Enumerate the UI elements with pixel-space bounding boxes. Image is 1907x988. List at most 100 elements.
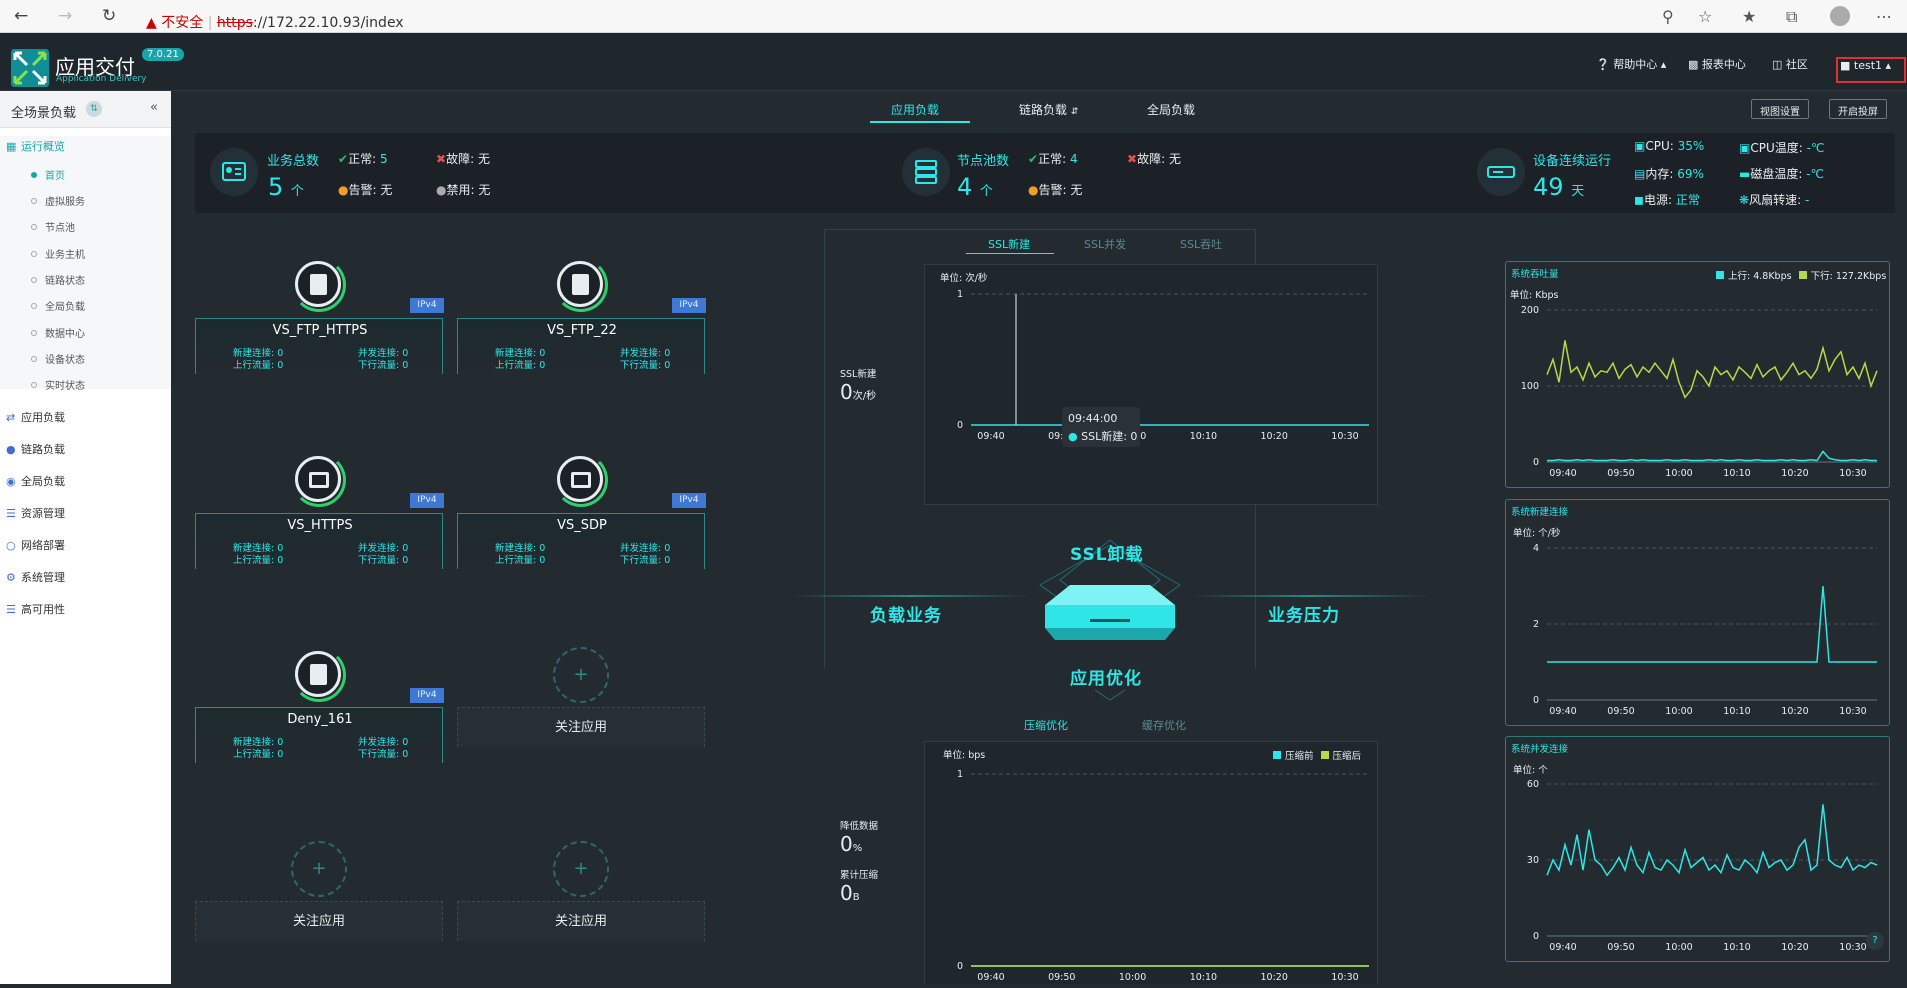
- profile-avatar[interactable]: [1830, 6, 1850, 26]
- globe-icon: ◉: [6, 475, 16, 488]
- x-tick-label: 10:30: [1331, 972, 1358, 983]
- add-follow-icon[interactable]: +: [553, 647, 609, 703]
- sidebar-item-link-status[interactable]: 链路状态: [31, 272, 85, 287]
- add-follow-icon[interactable]: +: [553, 841, 609, 897]
- ipv4-badge: IPv4: [410, 688, 444, 703]
- tab-app-load[interactable]: 应用负载: [891, 101, 939, 118]
- x-tick-label: 10:20: [1261, 431, 1288, 442]
- throughput-title: 系统吞吐量: [1511, 269, 1559, 280]
- y-tick-label: 100: [1521, 381, 1539, 392]
- sidebar-group-app-load[interactable]: ⇄ 应用负载: [6, 409, 65, 425]
- user-menu-label[interactable]: ■ test1 ▴: [1840, 59, 1891, 72]
- link-icon: ●: [6, 443, 16, 456]
- zoom-icon[interactable]: ⚲: [1662, 7, 1674, 26]
- sidebar-group-system[interactable]: ⚙ 系统管理: [6, 569, 65, 585]
- report-center-link[interactable]: ▩ 报表中心: [1688, 56, 1746, 72]
- reduce-label: 降低数据: [840, 821, 879, 832]
- collapse-icon[interactable]: «: [150, 100, 158, 115]
- forward-icon[interactable]: →: [58, 6, 72, 26]
- vs-up: 上行流量: 0: [233, 749, 284, 760]
- read-aloud-icon[interactable]: ☆: [1698, 7, 1712, 26]
- switch-icon[interactable]: ⇅: [86, 101, 102, 117]
- sidebar-item-home[interactable]: 首页: [31, 167, 65, 182]
- vs-icon-circle[interactable]: [295, 651, 341, 697]
- vs-icon-circle[interactable]: [557, 261, 603, 307]
- tab-compress-opt[interactable]: 压缩优化: [1024, 717, 1068, 733]
- sidebar-item-node-pool[interactable]: 节点池: [31, 219, 75, 234]
- vs-up: 上行流量: 0: [233, 360, 284, 371]
- vs-card[interactable]: VS_SDP 新建连接: 0 并发连接: 0 上行流量: 0 下行流量: 0: [457, 513, 705, 569]
- help-center-link[interactable]: ❔ 帮助中心 ▴: [1596, 56, 1666, 72]
- refresh-icon[interactable]: ↻: [102, 6, 116, 26]
- ipv4-badge: IPv4: [672, 493, 706, 508]
- total-compress-value: 0B: [840, 881, 860, 905]
- sidebar-group-global-load[interactable]: ◉ 全局负载: [6, 473, 65, 489]
- sidebar-group-resources[interactable]: ☰ 资源管理: [6, 505, 65, 521]
- help-float-icon[interactable]: ?: [1866, 932, 1884, 950]
- sidebar-group-overview[interactable]: ▦ 运行概览: [6, 138, 65, 154]
- sidebar-item-device-status[interactable]: 设备状态: [31, 351, 85, 366]
- network-icon: ○: [6, 539, 16, 552]
- user-icon: ■: [1840, 59, 1851, 72]
- sidebar-group-network[interactable]: ○ 网络部署: [6, 537, 65, 553]
- sidebar-item-global-load[interactable]: 全局负载: [31, 298, 85, 313]
- sidebar-group-link-load[interactable]: ● 链路负载: [6, 441, 65, 457]
- tab-ssl-concurrent[interactable]: SSL并发: [1084, 236, 1126, 252]
- sidebar-item-virtual-service[interactable]: 虚拟服务: [31, 193, 85, 208]
- x-tick-label: 09:40: [1549, 468, 1576, 479]
- url-text: ://172.22.10.93/index: [252, 15, 404, 31]
- collections-icon[interactable]: ⧉: [1786, 7, 1797, 27]
- back-icon[interactable]: ←: [14, 6, 28, 26]
- tab-ssl-new[interactable]: SSL新建: [988, 236, 1030, 252]
- tab-link-load[interactable]: 链路负载 ⇵: [1019, 101, 1078, 118]
- list-icon: ☰: [6, 603, 16, 616]
- x-tick-label: 10:00: [1665, 706, 1692, 717]
- pool-total-count: 4 个: [957, 173, 993, 201]
- sidebar-group-ha[interactable]: ☰ 高可用性: [6, 601, 65, 617]
- fullscreen-button[interactable]: 开启投屏: [1829, 99, 1887, 119]
- file-icon: [310, 274, 327, 295]
- x-tick-label: 10:30: [1839, 468, 1866, 479]
- x-tick-label: 10:30: [1331, 431, 1358, 442]
- vs-icon-circle[interactable]: [295, 456, 341, 502]
- y-tick-label: 2: [1533, 619, 1539, 630]
- x-tick-label: 09:40: [1549, 942, 1576, 953]
- throughput-legend: 上行: 4.8Kbps 下行: 127.2Kbps: [1716, 268, 1886, 282]
- view-settings-button[interactable]: 视图设置: [1751, 99, 1809, 119]
- concurrent-title: 系统并发连接: [1511, 744, 1569, 755]
- follow-app-card[interactable]: 关注应用: [457, 901, 705, 941]
- community-link[interactable]: ◫ 社区: [1772, 56, 1808, 72]
- more-icon[interactable]: ⋯: [1876, 7, 1892, 26]
- ssl-unit: 单位: 次/秒: [940, 273, 988, 284]
- device-uptime-days: 49 天: [1533, 173, 1585, 201]
- tab-cache-opt[interactable]: 缓存优化: [1142, 717, 1186, 733]
- sidebar-header: 全场景负载 ⇅ «: [0, 91, 171, 128]
- add-follow-icon[interactable]: +: [291, 841, 347, 897]
- follow-app-card[interactable]: 关注应用: [195, 901, 443, 941]
- vs-name: VS_SDP: [557, 518, 607, 533]
- vs-card[interactable]: Deny_161 新建连接: 0 并发连接: 0 上行流量: 0 下行流量: 0: [195, 707, 443, 763]
- vs-card[interactable]: VS_HTTPS 新建连接: 0 并发连接: 0 上行流量: 0 下行流量: 0: [195, 513, 443, 569]
- y-tick-label: 0: [1533, 457, 1539, 468]
- sidebar-item-realtime-status[interactable]: 实时状态: [31, 377, 85, 392]
- vs-card[interactable]: VS_FTP_22 新建连接: 0 并发连接: 0 上行流量: 0 下行流量: …: [457, 318, 705, 374]
- new-conn-title: 系统新建连接: [1511, 507, 1569, 518]
- vs-down: 下行流量: 0: [358, 360, 409, 371]
- layers-icon: ☰: [6, 507, 16, 520]
- memory-usage: ▤内存: 69%: [1634, 167, 1704, 181]
- sidebar-item-business-host[interactable]: 业务主机: [31, 246, 85, 261]
- ipv4-badge: IPv4: [410, 298, 444, 313]
- vs-name: VS_FTP_22: [547, 323, 617, 338]
- tab-ssl-throughput[interactable]: SSL吞吐: [1180, 236, 1222, 252]
- tab-global-load[interactable]: 全局负载: [1147, 101, 1195, 118]
- vs-card[interactable]: VS_FTP_HTTPS 新建连接: 0 并发连接: 0 上行流量: 0 下行流…: [195, 318, 443, 374]
- sidebar-item-data-center[interactable]: 数据中心: [31, 325, 85, 340]
- vs-icon-circle[interactable]: [557, 456, 603, 502]
- vs-icon-circle[interactable]: [295, 261, 341, 307]
- y-tick-label: 1: [957, 769, 963, 780]
- follow-app-card[interactable]: 关注应用: [457, 707, 705, 747]
- question-icon: ❔: [1596, 58, 1610, 71]
- address-bar[interactable]: ▲ 不安全 | https://172.22.10.93/index: [146, 12, 404, 32]
- favorites-icon[interactable]: ★: [1742, 7, 1756, 26]
- pool-total-label: 节点池数: [957, 154, 1010, 169]
